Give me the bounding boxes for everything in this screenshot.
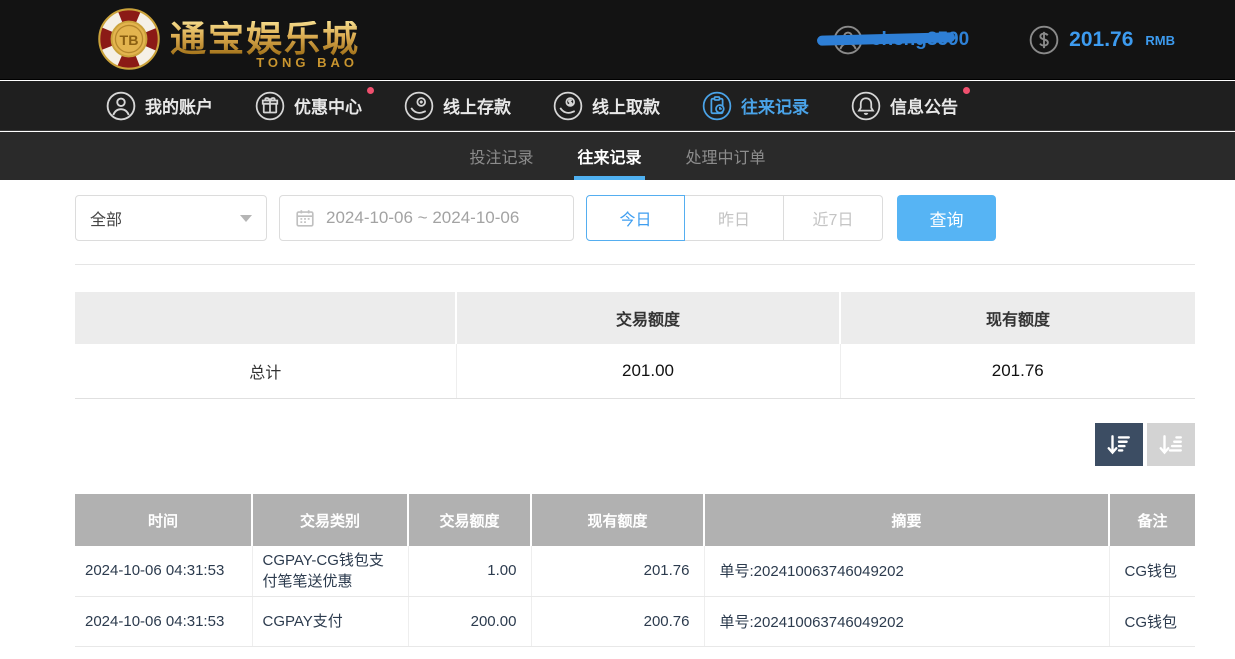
records-header-row: 时间 交易类别 交易额度 现有额度 摘要 备注 (75, 494, 1195, 546)
notification-dot (963, 86, 970, 94)
cell-note: CG钱包 (1109, 546, 1195, 597)
today-button[interactable]: 今日 (586, 195, 685, 241)
nav-label: 往来记录 (741, 98, 809, 117)
notification-dot (367, 86, 374, 94)
nav-item-promotions[interactable]: 优惠中心 (249, 86, 374, 121)
nav-item-my-account[interactable]: 我的账户 (100, 91, 219, 121)
balance-amount: 201.76 (1069, 28, 1134, 51)
bell-icon (851, 91, 881, 121)
chip-label: TB (120, 33, 139, 49)
select-value: 全部 (90, 212, 123, 229)
date-range-input[interactable]: 2024-10-06 ~ 2024-10-06 (279, 195, 574, 241)
chevron-down-icon (240, 214, 252, 222)
tab-transaction-records[interactable]: 往来记录 (574, 132, 645, 180)
cell-balance: 201.76 (531, 546, 705, 597)
nav-label: 信息公告 (890, 98, 958, 117)
summary-row: 总计 201.00 201.76 (75, 344, 1195, 399)
col-note: 备注 (1109, 494, 1195, 546)
summary-total-label: 总计 (75, 344, 457, 399)
brand-name-en: TONG BAO (256, 55, 359, 70)
nav-item-transaction-records[interactable]: 往来记录 (696, 91, 815, 121)
cell-summary: 单号:202410063746049202 (704, 546, 1110, 597)
cell-type: CGPAY-CG钱包支付笔笔送优惠 (252, 546, 409, 597)
sort-descending-icon (1107, 434, 1130, 454)
col-summary: 摘要 (704, 494, 1110, 546)
cell-time: 2024-10-06 04:31:53 (75, 596, 253, 647)
cell-type: CGPAY支付 (252, 596, 409, 647)
sort-ascending-button[interactable] (1147, 423, 1195, 466)
nav-item-deposit[interactable]: 线上存款 (398, 91, 517, 121)
content-area: 全部 2024-10-06 ~ 2024-10-06 今日 昨日 近7日 查询 (0, 180, 1235, 659)
filter-bar: 全部 2024-10-06 ~ 2024-10-06 今日 昨日 近7日 查询 (75, 195, 996, 241)
cell-amount: 200.00 (408, 596, 532, 647)
summary-header-blank (75, 292, 457, 344)
sub-tabbar: 投注记录 往来记录 处理中订单 (0, 132, 1235, 180)
cell-amount: 1.00 (408, 546, 532, 597)
records-icon (702, 91, 732, 121)
sort-controls (1095, 423, 1195, 466)
brand-text: 通宝娱乐城 TONG BAO (170, 18, 361, 70)
summary-header-transaction: 交易额度 (456, 292, 841, 344)
cell-note: CG钱包 (1109, 596, 1195, 647)
user-account[interactable]: cheng8590 (816, 25, 969, 55)
top-header: TB 通宝娱乐城 TONG BAO cheng8590 (0, 0, 1235, 80)
page: TB 通宝娱乐城 TONG BAO cheng8590 (0, 0, 1235, 659)
col-time: 时间 (75, 494, 253, 546)
yesterday-button[interactable]: 昨日 (685, 195, 784, 241)
balance-display: 201.76 RMB (1029, 25, 1175, 55)
cell-summary: 单号:202410063746049202 (704, 596, 1110, 647)
brand-logo[interactable]: TB 通宝娱乐城 TONG BAO (98, 8, 360, 70)
summary-total-transaction: 201.00 (456, 344, 841, 399)
transaction-type-select[interactable]: 全部 (75, 195, 267, 241)
summary-table: 交易额度 现有额度 总计 201.00 201.76 (75, 292, 1195, 399)
user-icon (106, 91, 136, 121)
gift-icon (255, 91, 285, 121)
nav-label: 线上取款 (592, 98, 660, 117)
date-range-value: 2024-10-06 ~ 2024-10-06 (326, 208, 520, 227)
nav-label: 线上存款 (443, 98, 511, 117)
records-table: 时间 交易类别 交易额度 现有额度 摘要 备注 2024-10-06 04:31… (75, 494, 1195, 647)
cell-balance: 200.76 (531, 596, 705, 647)
withdraw-icon (553, 91, 583, 121)
deposit-icon (404, 91, 434, 121)
divider (75, 264, 1195, 265)
summary-header-balance: 现有额度 (840, 292, 1195, 344)
table-row: 2024-10-06 04:31:53 CGPAY支付 200.00 200.7… (75, 596, 1195, 647)
cell-time: 2024-10-06 04:31:53 (75, 546, 253, 597)
brand-name-cn: 通宝娱乐城 (170, 18, 361, 59)
sort-descending-button[interactable] (1095, 423, 1143, 466)
nav-item-withdraw[interactable]: 线上取款 (547, 91, 666, 121)
calendar-icon (296, 210, 314, 227)
table-row: 2024-10-06 04:31:53 CGPAY-CG钱包支付笔笔送优惠 1.… (75, 546, 1195, 597)
last7days-button[interactable]: 近7日 (784, 195, 883, 241)
col-balance: 现有额度 (531, 494, 705, 546)
sort-ascending-icon (1159, 434, 1182, 454)
nav-item-announcements[interactable]: 信息公告 (845, 86, 970, 121)
balance-currency: RMB (1145, 32, 1175, 48)
col-amount: 交易额度 (408, 494, 532, 546)
main-nav: 我的账户 优惠中心 线上存款 线上取款 往来记录 信息公告 (0, 81, 1235, 131)
quick-date-group: 今日 昨日 近7日 (586, 195, 883, 241)
query-button[interactable]: 查询 (897, 195, 996, 241)
col-type: 交易类别 (252, 494, 409, 546)
poker-chip-icon: TB (98, 8, 160, 70)
dollar-coin-icon (1029, 25, 1059, 55)
tab-pending-orders[interactable]: 处理中订单 (684, 132, 768, 180)
tab-bet-records[interactable]: 投注记录 (467, 132, 535, 180)
nav-label: 我的账户 (145, 98, 213, 117)
summary-total-balance: 201.76 (840, 344, 1195, 399)
nav-label: 优惠中心 (294, 98, 362, 117)
